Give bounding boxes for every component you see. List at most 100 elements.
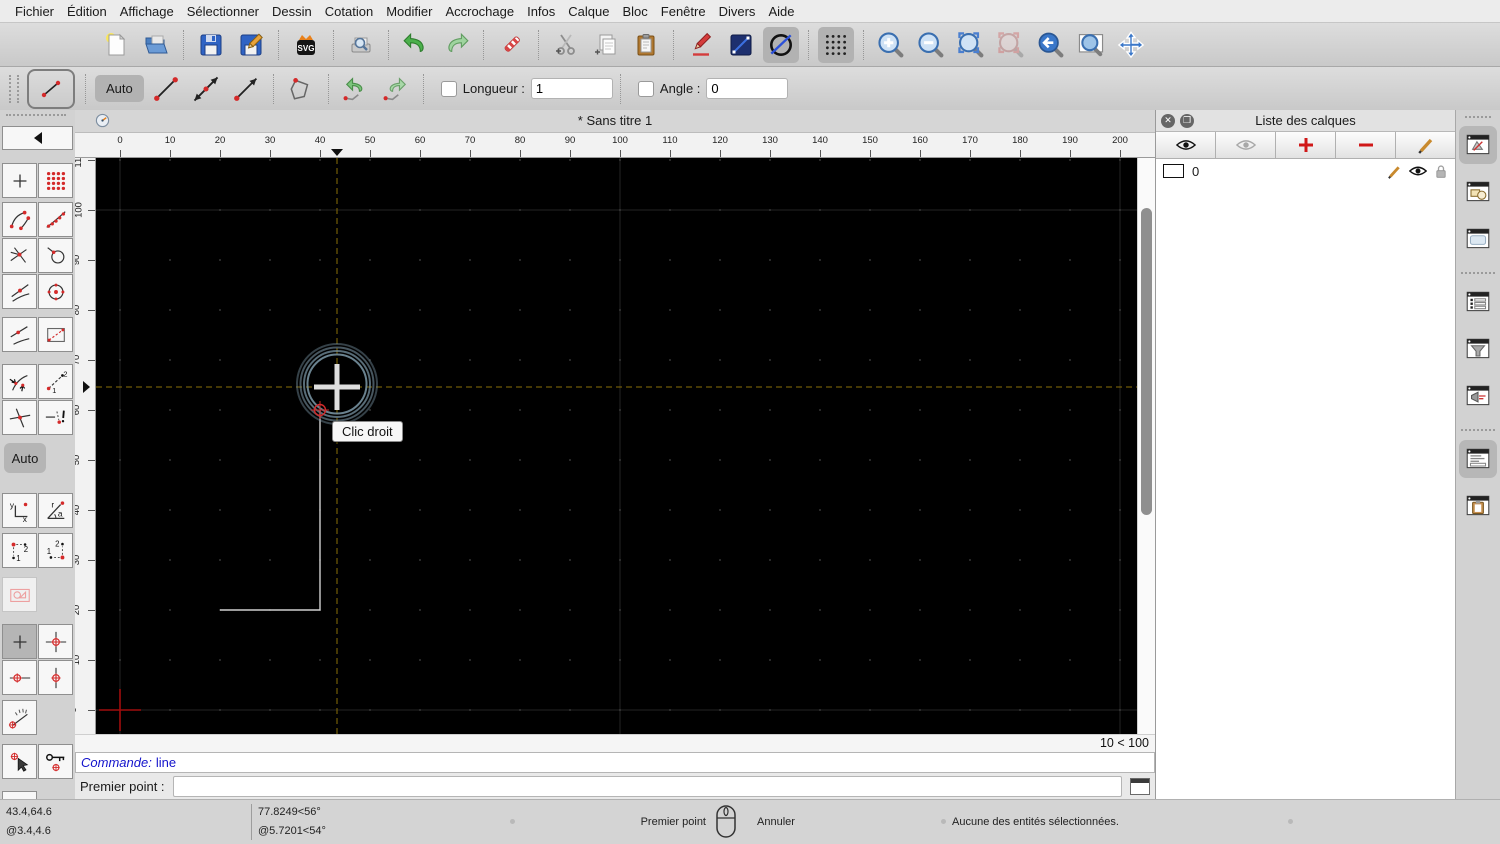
snap-middle-button[interactable] (2, 274, 37, 309)
snap-endpoints-button[interactable] (2, 202, 37, 237)
new-document-button[interactable] (98, 27, 134, 63)
distance-point-alt-button[interactable]: 1 2 (38, 533, 73, 568)
menu-item-calque[interactable]: Calque (568, 4, 609, 19)
library-browser-dock-button[interactable] (1459, 220, 1497, 258)
save-button[interactable] (193, 27, 229, 63)
zoom-auto-button[interactable] (953, 27, 989, 63)
snap-center-button[interactable] (38, 274, 73, 309)
snap-on-entity-button[interactable] (38, 202, 73, 237)
snap-intersection-manual-button[interactable] (2, 400, 37, 435)
pencil-icon[interactable] (1387, 164, 1402, 179)
eye-open-icon[interactable] (1409, 165, 1427, 177)
cut-button[interactable] (548, 27, 584, 63)
delete-entities-button[interactable] (493, 27, 529, 63)
back-button[interactable] (2, 126, 73, 150)
command-input[interactable] (172, 776, 1122, 798)
distance-point-button[interactable]: 1 2 (2, 533, 37, 568)
pen-attributes-button[interactable] (683, 27, 719, 63)
length-input[interactable] (530, 78, 613, 99)
menu-item-aide[interactable]: Aide (768, 4, 794, 19)
paste-button[interactable] (628, 27, 664, 63)
close-icon[interactable]: ✕ (1161, 113, 1175, 128)
menu-item-fichier[interactable]: Fichier (15, 4, 54, 19)
snap-reference-box-button[interactable] (38, 317, 73, 352)
undock-icon[interactable]: ❐ (1180, 113, 1194, 128)
exclusive-pick-button[interactable] (2, 744, 37, 779)
restrict-orthogonal-button[interactable] (38, 624, 73, 659)
open-file-button[interactable] (138, 27, 174, 63)
zoom-pan-button[interactable] (1113, 27, 1149, 63)
angle-input[interactable] (706, 78, 789, 99)
snap-nearest-button[interactable] (2, 317, 37, 352)
snap-grid-button[interactable] (38, 163, 73, 198)
undo-button[interactable] (398, 27, 434, 63)
select-region-button[interactable] (2, 577, 37, 612)
draft-mode-button[interactable] (763, 26, 799, 63)
entity-info-dock-button[interactable] (1459, 283, 1497, 321)
zoom-window-button[interactable] (1073, 27, 1109, 63)
restrict-horizontal-button[interactable] (2, 660, 37, 695)
snap-free-button[interactable] (2, 163, 37, 198)
export-svg-button[interactable]: SVG (288, 27, 324, 63)
length-checkbox[interactable] (440, 80, 457, 97)
command-dock-float-button[interactable] (1130, 778, 1150, 796)
snap-exclusive-button[interactable] (38, 400, 73, 435)
save-as-button[interactable] (233, 27, 269, 63)
horizontal-scrollbar[interactable]: 10 < 100 (75, 734, 1155, 752)
lock-icon[interactable] (1434, 164, 1448, 179)
toolbar-drag-handle[interactable] (1465, 116, 1491, 122)
command-options-dock-button[interactable] (1459, 377, 1497, 415)
line-arrow-button[interactable] (228, 71, 264, 107)
auto-tool-button[interactable]: Auto (95, 75, 144, 102)
zoom-back-button[interactable] (1033, 27, 1069, 63)
line-two-arrows-button[interactable] (188, 71, 224, 107)
snap-tangent-button[interactable] (38, 238, 73, 273)
undo-segment-button[interactable] (338, 71, 374, 107)
menu-item-dessin[interactable]: Dessin (272, 4, 312, 19)
redo-segment-button[interactable] (378, 71, 414, 107)
edit-layer-button[interactable] (1396, 132, 1455, 158)
show-all-layers-button[interactable] (1156, 132, 1216, 158)
menu-item-selectionner[interactable]: Sélectionner (187, 4, 259, 19)
print-preview-button[interactable] (343, 27, 379, 63)
layer-list-dock-button[interactable] (1459, 126, 1497, 164)
clipboard-dock-button[interactable] (1459, 487, 1497, 525)
angle-gauge-button[interactable] (2, 700, 37, 735)
menu-item-accrochage[interactable]: Accrochage (445, 4, 514, 19)
snap-intersection-button[interactable] (2, 238, 37, 273)
scrollbar-thumb[interactable] (1141, 208, 1152, 516)
selection-filter-dock-button[interactable] (1459, 330, 1497, 368)
coordinate-cartesian-button[interactable]: y x (2, 493, 37, 528)
menu-item-fenetre[interactable]: Fenêtre (661, 4, 706, 19)
menu-item-cotation[interactable]: Cotation (325, 4, 373, 19)
layer-color-swatch[interactable] (1163, 164, 1184, 178)
redo-button[interactable] (438, 27, 474, 63)
block-list-dock-button[interactable] (1459, 173, 1497, 211)
vertical-scrollbar[interactable] (1137, 158, 1155, 735)
toolbar-drag-handle[interactable] (6, 114, 66, 120)
layer-row[interactable]: 0 (1156, 159, 1455, 183)
line-segment-button[interactable] (148, 71, 184, 107)
remove-layer-button[interactable] (1336, 132, 1396, 158)
add-layer-button[interactable] (1276, 132, 1336, 158)
lock-relative-zero-button[interactable] (38, 744, 73, 779)
menu-item-infos[interactable]: Infos (527, 4, 555, 19)
menu-item-modifier[interactable]: Modifier (386, 4, 432, 19)
restrict-nothing-button[interactable] (2, 624, 37, 659)
angle-checkbox[interactable] (637, 80, 654, 97)
menu-item-affichage[interactable]: Affichage (120, 4, 174, 19)
menu-item-bloc[interactable]: Bloc (622, 4, 647, 19)
zoom-previous-button[interactable] (993, 27, 1029, 63)
toolbar-drag-handle[interactable] (9, 74, 19, 103)
zoom-out-button[interactable] (913, 27, 949, 63)
zoom-in-button[interactable] (873, 27, 909, 63)
auto-snap-button[interactable]: Auto (4, 443, 46, 473)
drawing-canvas[interactable]: Clic droit (96, 158, 1137, 735)
copy-button[interactable] (588, 27, 624, 63)
snap-angle-marks-button[interactable] (2, 364, 37, 399)
coordinate-polar-button[interactable]: r a (38, 493, 73, 528)
command-line-dock-button[interactable] (1459, 440, 1497, 478)
line-attributes-button[interactable] (723, 27, 759, 63)
hide-all-layers-button[interactable] (1216, 132, 1276, 158)
menu-item-edition[interactable]: Édition (67, 4, 107, 19)
